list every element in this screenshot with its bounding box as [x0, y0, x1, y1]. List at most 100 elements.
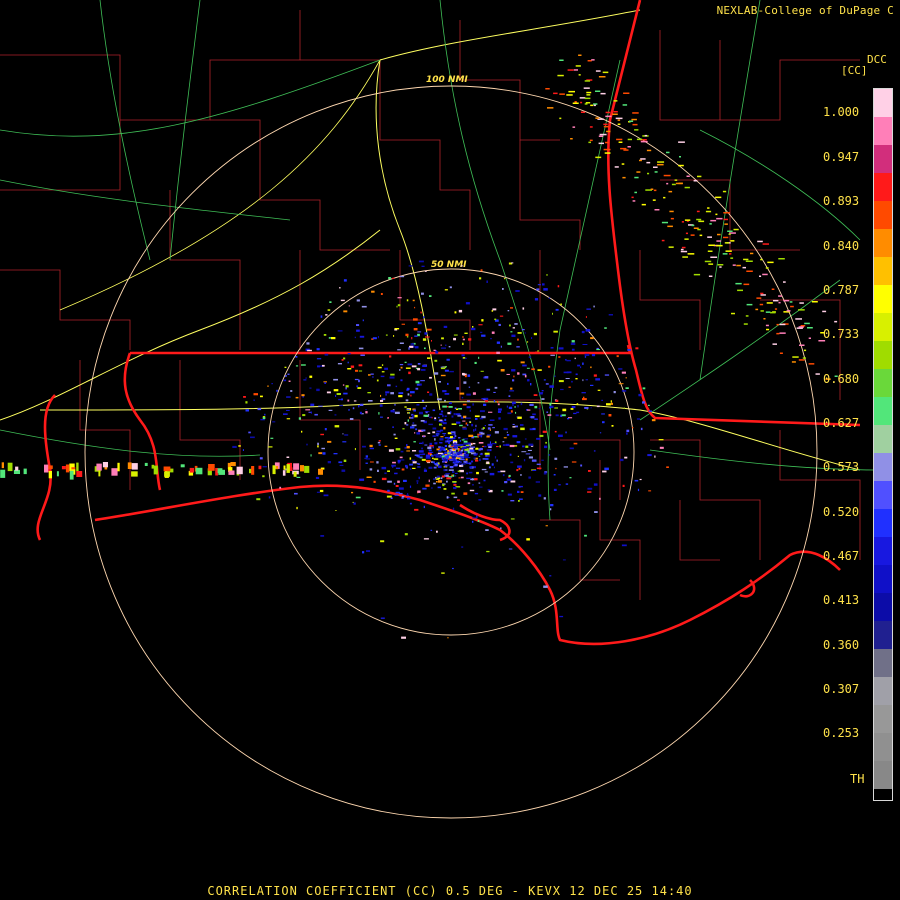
radar-return — [439, 441, 441, 444]
radar-return — [766, 328, 770, 331]
radar-return — [550, 354, 555, 356]
radar-return — [286, 409, 290, 411]
radar-return — [466, 424, 469, 426]
color-scale-bar — [873, 88, 893, 801]
radar-return — [448, 441, 451, 444]
radar-return — [426, 459, 431, 463]
radar-return — [470, 446, 475, 448]
radar-return — [548, 454, 551, 456]
radar-return — [513, 375, 515, 378]
scale-swatch — [874, 368, 892, 397]
radar-return — [343, 459, 347, 462]
radar-return — [334, 414, 337, 416]
scale-swatch — [874, 536, 892, 565]
radar-return — [306, 443, 308, 446]
radar-return — [446, 358, 450, 361]
radar-return — [698, 220, 705, 223]
radar-return — [336, 393, 341, 395]
radar-return — [666, 151, 670, 154]
radar-return — [595, 90, 601, 92]
radar-return — [392, 426, 394, 428]
radar-return — [537, 369, 542, 371]
radar-return — [429, 376, 432, 379]
radar-return — [406, 444, 408, 447]
radar-return — [443, 427, 446, 430]
radar-return — [815, 373, 820, 375]
radar-return — [507, 342, 512, 345]
radar-return — [419, 383, 422, 386]
radar-return — [131, 471, 138, 477]
radar-return — [405, 367, 411, 369]
radar-return — [494, 386, 498, 389]
radar-return — [548, 365, 551, 368]
radar-return — [707, 250, 713, 252]
radar-return — [498, 417, 501, 420]
radar-return — [378, 444, 381, 446]
radar-return — [616, 138, 623, 141]
radar-return — [390, 392, 394, 395]
radar-return — [629, 120, 634, 122]
radar-return — [427, 432, 431, 434]
radar-return — [565, 483, 569, 485]
radar-return — [472, 326, 474, 328]
radar-return — [681, 221, 684, 223]
radar-return — [455, 449, 457, 452]
radar-return — [425, 484, 430, 487]
radar-return — [293, 463, 300, 470]
radar-return — [409, 468, 412, 470]
radar-return — [635, 347, 639, 350]
radar-return — [616, 355, 619, 358]
radar-return — [646, 149, 652, 152]
radar-return — [491, 463, 494, 466]
radar-return — [421, 265, 425, 267]
radar-return — [381, 466, 387, 470]
radar-return — [487, 427, 491, 430]
radar-return — [560, 388, 564, 391]
radar-return — [724, 223, 728, 225]
radar-return — [483, 403, 487, 406]
radar-return — [641, 203, 646, 206]
radar-return — [452, 567, 454, 570]
radar-return — [772, 343, 777, 345]
radar-return — [653, 189, 657, 192]
radar-return — [316, 388, 320, 392]
radar-return — [559, 93, 565, 95]
radar-return — [438, 416, 440, 419]
radar-return — [525, 453, 531, 455]
radar-return — [524, 332, 526, 334]
radar-return — [494, 431, 499, 434]
radar-return — [394, 404, 396, 406]
radar-return — [534, 405, 538, 409]
radar-return — [623, 149, 629, 151]
radar-return — [507, 412, 512, 415]
radar-return — [343, 279, 347, 282]
radar-return — [514, 323, 518, 325]
radar-return — [486, 388, 491, 391]
radar-return — [501, 490, 504, 492]
radar-return — [618, 141, 623, 143]
radar-return — [561, 414, 566, 417]
radar-return — [450, 411, 452, 414]
radar-return — [449, 456, 452, 459]
radar-return — [466, 472, 469, 475]
radar-return — [595, 70, 601, 72]
radar-return — [305, 377, 307, 379]
radar-return — [458, 309, 463, 313]
radar-return — [598, 142, 604, 145]
radar-return — [532, 469, 537, 471]
radar-return — [531, 459, 537, 462]
radar-return — [557, 285, 560, 288]
radar-map[interactable]: 50 NMI 100 NMI — [0, 0, 900, 900]
radar-return — [585, 102, 591, 104]
radar-return — [520, 474, 522, 476]
radar-return — [334, 425, 340, 428]
radar-return — [343, 392, 348, 395]
radar-return — [316, 358, 322, 360]
radar-return — [286, 464, 290, 473]
radar-return — [497, 359, 502, 362]
radar-return — [238, 445, 241, 447]
radar-return — [493, 466, 495, 469]
radar-return — [432, 461, 435, 464]
radar-return — [474, 361, 477, 364]
radar-return — [452, 507, 455, 511]
